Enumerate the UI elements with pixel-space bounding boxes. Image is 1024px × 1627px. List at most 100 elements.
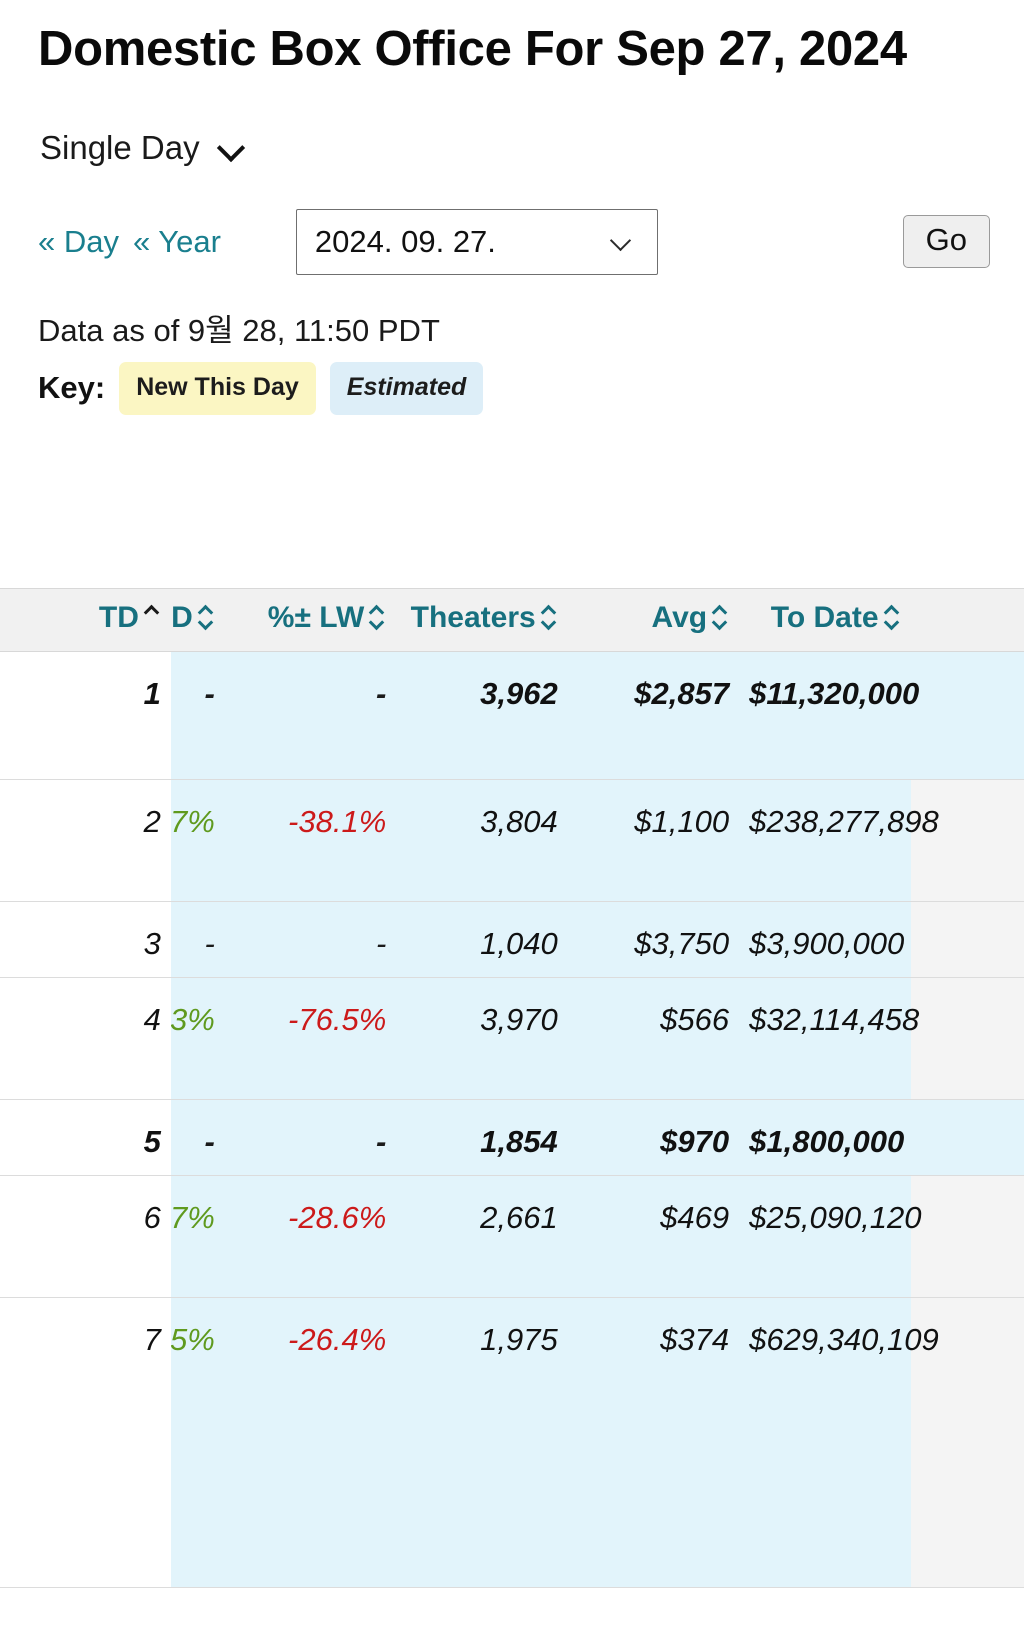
sort-toggle-icon[interactable]	[368, 602, 388, 632]
sort-toggle-icon[interactable]	[711, 602, 731, 632]
cell-td-rank-value: 2	[143, 804, 161, 839]
cell-theaters: 3,970	[396, 977, 568, 1100]
cell-avg: $970	[567, 1099, 740, 1176]
page-title: Domestic Box Office For Sep 27, 2024	[38, 22, 907, 76]
box-office-table: TD ± YD %± LW Theaters Avg To	[0, 588, 1024, 1588]
cell-to-date-value: $32,114,458	[749, 1002, 920, 1037]
view-mode-selector[interactable]: Single Day	[40, 129, 1024, 167]
cell-pct-lw-value: -	[375, 676, 387, 711]
box-office-table-scroll[interactable]: TD ± YD %± LW Theaters Avg To	[0, 588, 1024, 1627]
cell-td-rank: 5	[0, 1099, 172, 1176]
table-row[interactable]: 234.7%-38.1%3,804$1,100$238,277,898	[0, 779, 1024, 902]
cell-theaters-value: 1,854	[480, 1124, 558, 1159]
cell-td-rank: 1	[0, 651, 172, 780]
cell-avg: $469	[567, 1175, 740, 1298]
table-row[interactable]: 3 - - 1,040 $3,750 $3,900,000	[0, 901, 1024, 978]
column-header-theaters[interactable]: Theaters	[396, 588, 568, 652]
cell-pct-lw: -26.4%	[224, 1297, 397, 1588]
cell-pct-yd-value: -	[204, 1124, 215, 1159]
view-mode-label: Single Day	[40, 128, 200, 166]
cell-td-rank-value: 5	[143, 1124, 161, 1159]
cell-pct-lw: -	[224, 651, 397, 780]
key-label: Key:	[38, 370, 106, 406]
cell-theaters-value: 3,962	[480, 676, 558, 711]
cell-theaters: 1,854	[396, 1099, 568, 1176]
chevron-down-icon	[218, 135, 244, 161]
column-header-avg-label: Avg	[651, 601, 708, 634]
cell-td-rank-value: 6	[143, 1200, 161, 1235]
cell-pct-lw-value: -76.5%	[288, 1002, 387, 1037]
prev-year-link[interactable]: « Year	[133, 224, 221, 260]
cell-theaters: 1,040	[396, 901, 568, 978]
table-row[interactable]: 5 - - 1,854 $970 $1,800,000	[0, 1099, 1024, 1176]
cell-to-date-value: $3,900,000	[749, 926, 905, 961]
cell-td-rank: 4	[0, 977, 172, 1100]
table-row[interactable]: 1 - - 3,962 $2,857 $11,320,000	[0, 651, 1024, 780]
nav-links: « Day « Year	[38, 224, 221, 260]
sort-toggle-icon[interactable]	[197, 602, 217, 632]
column-header-td[interactable]: TD	[0, 588, 172, 652]
cell-td-rank-value: 3	[143, 926, 161, 961]
cell-avg: $1,100	[567, 779, 740, 902]
cell-theaters-value: 1,975	[480, 1322, 558, 1357]
cell-td-rank: 6	[0, 1175, 172, 1298]
cell-new-this-day-marker	[910, 651, 1024, 780]
cell-theaters-value: 1,040	[480, 926, 558, 961]
table-row[interactable]: 739.5%-26.4%1,975$374$629,340,109	[0, 1297, 1024, 1588]
date-select[interactable]: 2024. 09. 27.	[295, 208, 658, 275]
cell-theaters: 3,804	[396, 779, 568, 902]
table-header-row: TD ± YD %± LW Theaters Avg To	[0, 588, 1024, 652]
cell-to-date: $32,114,458	[739, 977, 919, 1100]
cell-theaters: 1,975	[396, 1297, 568, 1588]
cell-pct-lw-value: -	[375, 926, 387, 961]
cell-new-this-day-marker	[910, 1175, 1024, 1298]
cell-theaters-value: 3,970	[480, 1002, 558, 1037]
cell-theaters: 2,661	[396, 1175, 568, 1298]
cell-to-date-value: $11,320,000	[749, 676, 920, 711]
cell-pct-lw-value: -28.6%	[288, 1200, 387, 1235]
key-badge-estimated: Estimated	[329, 361, 484, 415]
cell-theaters-value: 2,661	[480, 1200, 558, 1235]
cell-theaters: 3,962	[396, 651, 568, 780]
key-badge-new-this-day: New This Day	[119, 361, 316, 415]
cell-pct-yd-value: -	[204, 676, 215, 711]
data-as-of-text: Data as of 9월 28, 11:50 PDT	[38, 312, 440, 348]
cell-to-date: $238,277,898	[739, 779, 939, 902]
cell-avg-value: $566	[660, 1002, 730, 1037]
cell-avg-value: $970	[660, 1124, 730, 1159]
cell-to-date: $629,340,109	[739, 1297, 939, 1588]
cell-to-date: $11,320,000	[739, 651, 919, 780]
cell-new-this-day-marker	[910, 1099, 1024, 1176]
table-body: 1--3,962$2,857$11,320,000234.7%-38.1%3,8…	[0, 651, 1024, 1588]
legend-key-row: Key: New This Day Estimated	[38, 361, 1024, 415]
cell-to-date: $1,800,000	[739, 1099, 911, 1176]
cell-td-rank: 7	[0, 1297, 172, 1588]
cell-to-date: $3,900,000	[739, 901, 911, 978]
sort-ascending-icon[interactable]	[143, 602, 163, 632]
cell-avg: $374	[567, 1297, 740, 1588]
cell-avg: $3,750	[567, 901, 740, 978]
cell-avg-value: $3,750	[634, 926, 730, 961]
prev-day-link[interactable]: « Day	[38, 224, 119, 260]
table-row[interactable]: 464.3%-76.5%3,970$566$32,114,458	[0, 977, 1024, 1100]
cell-new-this-day-marker	[910, 779, 1024, 902]
sort-toggle-icon[interactable]	[540, 602, 560, 632]
date-navigation-row: « Day « Year 2024. 09. 27. Go	[0, 208, 1024, 275]
cell-pct-lw-value: -38.1%	[288, 804, 387, 839]
column-header-to-date[interactable]: To Date	[739, 588, 911, 652]
column-header-pct-lw[interactable]: %± LW	[224, 588, 397, 652]
go-button[interactable]: Go	[902, 215, 990, 269]
column-header-theaters-label: Theaters	[410, 601, 536, 634]
column-header-pct-lw-label: %± LW	[267, 601, 365, 634]
column-header-avg[interactable]: Avg	[567, 588, 740, 652]
cell-td-rank-value: 4	[143, 1002, 161, 1037]
table-row[interactable]: 639.7%-28.6%2,661$469$25,090,120	[0, 1175, 1024, 1298]
column-header-days[interactable]: D	[910, 588, 1024, 652]
cell-pct-lw: -28.6%	[224, 1175, 397, 1298]
column-header-td-label: TD	[98, 601, 139, 634]
cell-pct-lw-value: -	[375, 1124, 387, 1159]
date-select-wrapper: 2024. 09. 27.	[295, 208, 658, 275]
cell-avg: $566	[567, 977, 740, 1100]
cell-to-date: $25,090,120	[739, 1175, 922, 1298]
sort-toggle-icon[interactable]	[883, 602, 903, 632]
